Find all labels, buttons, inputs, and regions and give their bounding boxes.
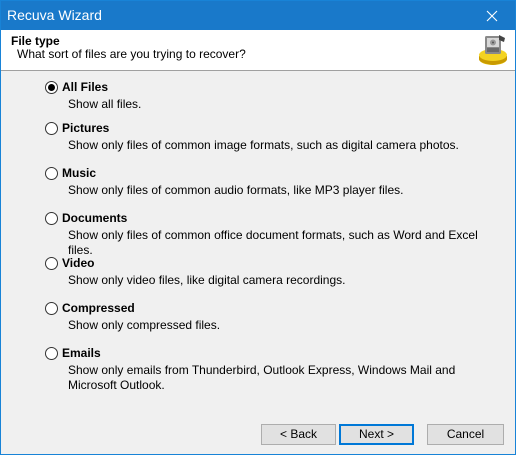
- wizard-header: File type What sort of files are you try…: [1, 30, 515, 71]
- close-icon: [486, 10, 498, 21]
- option-description: Show only files of common audio formats,…: [68, 183, 404, 197]
- option-label: Video: [62, 256, 95, 270]
- window-title: Recuva Wizard: [7, 7, 102, 23]
- option-label: Pictures: [62, 121, 110, 135]
- option-description: Show only video files, like digital came…: [68, 273, 346, 287]
- recuva-logo-icon: [479, 35, 507, 65]
- footer-divider: [1, 415, 515, 416]
- option-label: Compressed: [62, 301, 135, 315]
- radio-compressed[interactable]: [45, 302, 58, 315]
- recuva-wizard-window: Recuva Wizard File type What sort of fil…: [0, 0, 516, 455]
- option-label: Music: [62, 166, 97, 180]
- radio-music[interactable]: [45, 167, 58, 180]
- option-description: Show all files.: [68, 97, 142, 111]
- option-label: Emails: [62, 346, 101, 360]
- option-description: Show only compressed files.: [68, 318, 221, 332]
- radio-pictures[interactable]: [45, 122, 58, 135]
- radio-all-files[interactable]: [45, 81, 58, 94]
- file-type-options: All Files Show all files. Pictures Show …: [1, 71, 515, 416]
- close-button[interactable]: [469, 1, 515, 30]
- cancel-button[interactable]: Cancel: [427, 424, 504, 445]
- option-description: Show only emails from Thunderbird, Outlo…: [68, 363, 456, 392]
- radio-documents[interactable]: [45, 212, 58, 225]
- radio-video[interactable]: [45, 257, 58, 270]
- page-subtitle: What sort of files are you trying to rec…: [17, 47, 246, 61]
- back-button[interactable]: < Back: [261, 424, 336, 445]
- option-label: Documents: [62, 211, 128, 225]
- option-label: All Files: [62, 80, 109, 94]
- next-button[interactable]: Next >: [339, 424, 414, 445]
- option-description: Show only files of common office documen…: [68, 228, 478, 257]
- title-bar[interactable]: Recuva Wizard: [1, 1, 515, 30]
- radio-emails[interactable]: [45, 347, 58, 360]
- option-description: Show only files of common image formats,…: [68, 138, 459, 152]
